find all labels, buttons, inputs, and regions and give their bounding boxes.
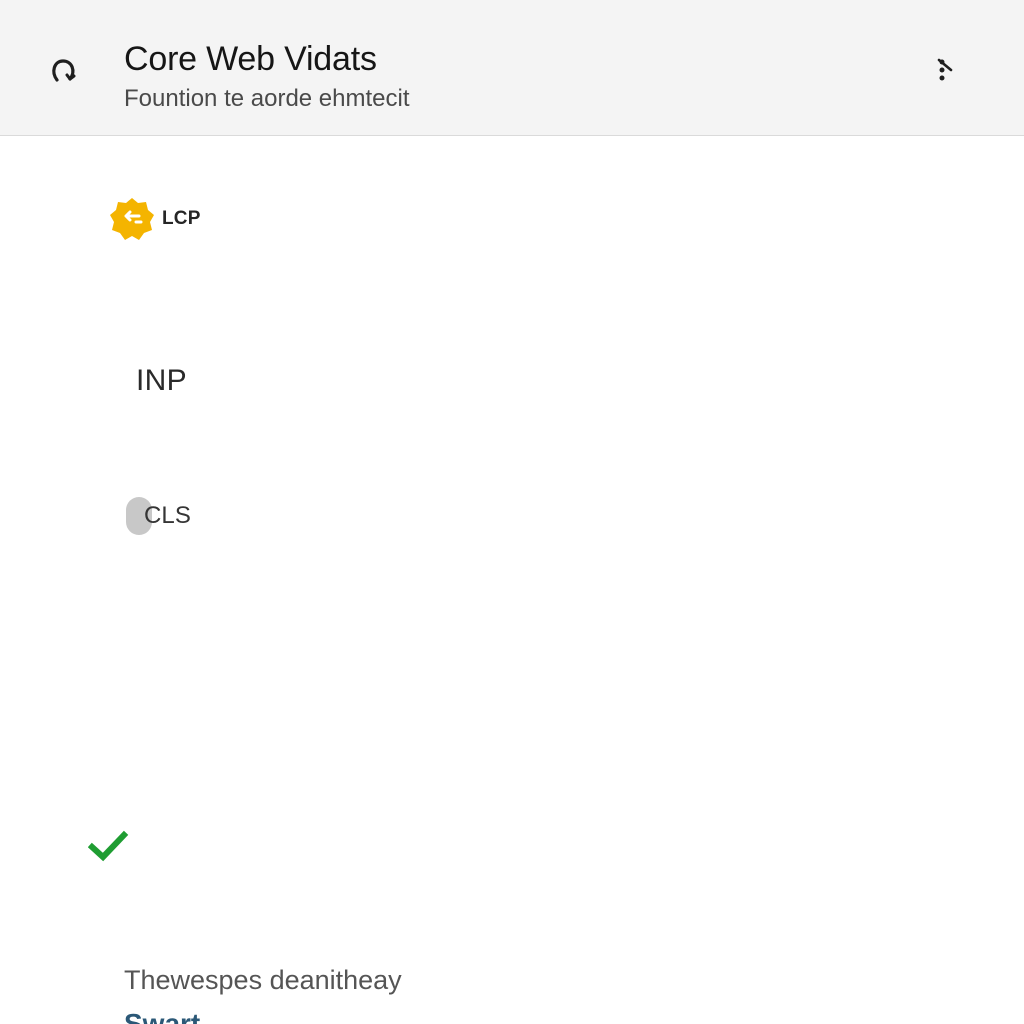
app-screen: Core Web Vidats Fountion te aorde ehmtec… <box>0 0 1024 1024</box>
metric-label-inp: INP <box>136 364 187 397</box>
footer-link[interactable]: Swart <box>124 1006 200 1024</box>
back-icon <box>43 51 83 96</box>
metric-item-lcp[interactable]: LCP <box>108 193 201 245</box>
metric-item-cls[interactable]: CLS <box>126 490 193 542</box>
back-button[interactable] <box>40 50 86 96</box>
checkmark-icon <box>87 828 130 866</box>
page-subtitle: Fountion te aorde ehmtecit <box>124 85 410 112</box>
page-title: Core Web Vidats <box>124 40 377 78</box>
metric-label-cls: CLS <box>144 502 191 529</box>
more-options-button[interactable] <box>920 48 968 96</box>
status-description: Thewespes deanitheay <box>124 965 402 995</box>
metric-item-inp[interactable]: INP <box>136 355 187 407</box>
page-header: Core Web Vidats Fountion te aorde ehmtec… <box>0 0 1024 136</box>
metric-label-lcp: LCP <box>162 208 201 229</box>
more-options-icon <box>926 52 962 93</box>
lcp-badge-icon <box>108 195 156 243</box>
